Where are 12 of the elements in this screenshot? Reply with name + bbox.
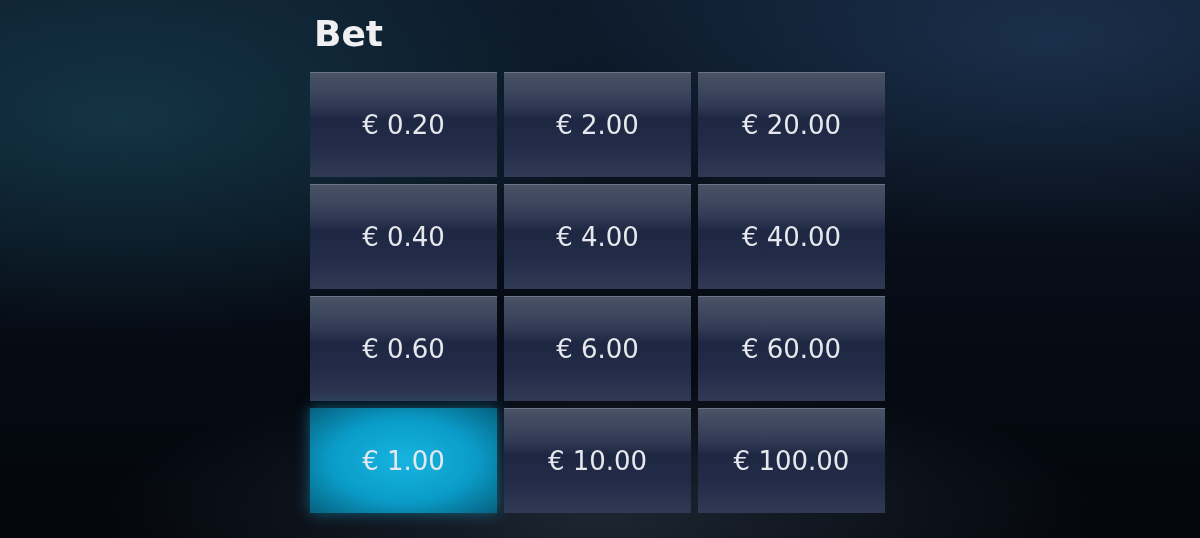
bet-amount-button[interactable]: € 100.00 bbox=[698, 408, 885, 513]
bet-amount-button[interactable]: € 40.00 bbox=[698, 184, 885, 289]
bet-amount-button[interactable]: € 6.00 bbox=[504, 296, 691, 401]
bet-amount-button[interactable]: € 10.00 bbox=[504, 408, 691, 513]
bet-amount-button[interactable]: € 60.00 bbox=[698, 296, 885, 401]
bet-amount-button[interactable]: € 2.00 bbox=[504, 72, 691, 177]
bet-amount-button[interactable]: € 20.00 bbox=[698, 72, 885, 177]
bet-amount-button[interactable]: € 0.60 bbox=[310, 296, 497, 401]
bet-amount-button[interactable]: € 4.00 bbox=[504, 184, 691, 289]
bet-amount-button[interactable]: € 0.40 bbox=[310, 184, 497, 289]
bet-amount-button[interactable]: € 0.20 bbox=[310, 72, 497, 177]
panel-title: Bet bbox=[314, 12, 385, 56]
